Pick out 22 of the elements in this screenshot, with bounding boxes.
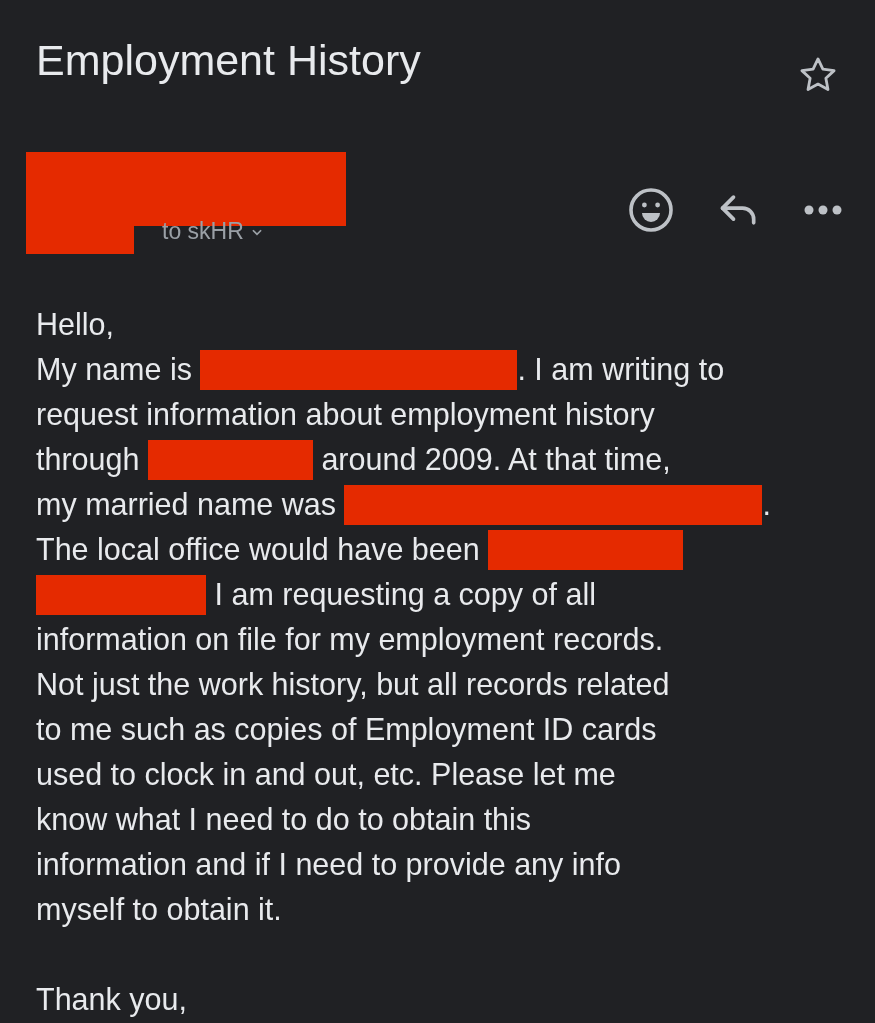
message-text: information on file for my employment records. bbox=[36, 621, 664, 659]
emoji-reaction-button[interactable] bbox=[627, 186, 675, 234]
message-text: My name is bbox=[36, 351, 193, 389]
message-text: to me such as copies of Employment ID cards bbox=[36, 711, 657, 749]
message-text: . bbox=[762, 486, 771, 523]
message-text: I am requesting a copy of all bbox=[213, 576, 596, 614]
closing-text: Thank you, bbox=[36, 981, 187, 1019]
message-text: The local office would have been bbox=[36, 531, 481, 568]
message-text: my married name was bbox=[36, 486, 337, 524]
more-options-button[interactable] bbox=[803, 204, 843, 216]
message-text: Not just the work history, but all records related bbox=[36, 666, 670, 704]
message-text: through bbox=[36, 441, 141, 479]
message-text: around 2009. At that time, bbox=[320, 441, 671, 478]
message-text: Hello, bbox=[36, 306, 114, 343]
email-subject: Employment History bbox=[36, 36, 421, 85]
message-text: used to clock in and out, etc. Please let me bbox=[36, 756, 616, 793]
recipient-dropdown[interactable]: to skHR bbox=[162, 218, 264, 245]
message-text: myself to obtain it. bbox=[36, 891, 282, 929]
message-text: request information about employment history bbox=[36, 396, 655, 434]
message-text: . I am writing to bbox=[517, 351, 725, 389]
message-text: information and if I need to provide any info bbox=[36, 846, 621, 884]
message-text: know what I need to do to obtain this bbox=[36, 801, 532, 838]
